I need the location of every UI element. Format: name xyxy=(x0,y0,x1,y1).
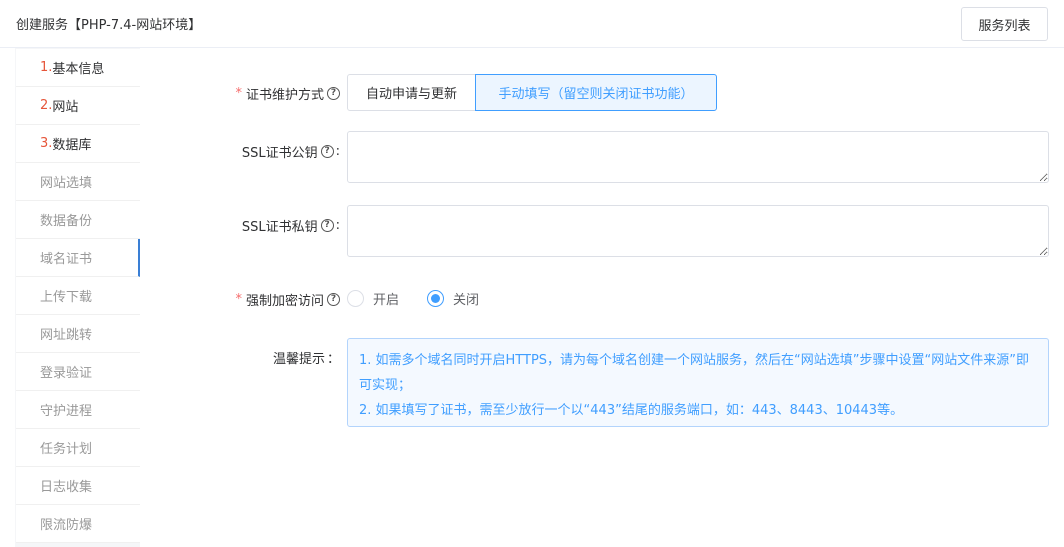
sidebar: 1. 基本信息 2. 网站 3. 数据库 网站选填 数据备份 域名证书 上传下载 网址… xyxy=(15,48,140,547)
page-header: 创建服务【PHP-7.4-网站环境】 服务列表 xyxy=(0,0,1064,48)
question-icon[interactable]: ? xyxy=(327,293,340,306)
force-https-label: * 强制加密访问 ? xyxy=(235,290,340,309)
force-https-radio-group: 开启 关闭 xyxy=(347,289,507,308)
ssl-public-label: SSL证书公钥 ? : xyxy=(241,144,340,161)
sidebar-item-rate-limit[interactable]: 限流防爆 xyxy=(16,505,140,543)
sidebar-item-label: 数据备份 xyxy=(40,214,93,229)
main-form: * 证书维护方式 ? 自动申请与更新 手动填写（留空则关闭证书功能） SSL证书… xyxy=(140,48,1064,547)
ssl-public-key-input[interactable] xyxy=(347,131,1049,183)
tip-line: 1. 如需多个域名同时开启HTTPS，请为每个域名创建一个网站服务，然后在“网站… xyxy=(359,353,1029,393)
sidebar-item-label: 任务计划 xyxy=(40,442,93,457)
sidebar-item-log-collect[interactable]: 日志收集 xyxy=(16,467,140,505)
ssl-private-label: SSL证书私钥 ? : xyxy=(241,218,340,235)
tip-box: 1. 如需多个域名同时开启HTTPS，请为每个域名创建一个网站服务，然后在“网站… xyxy=(347,338,1049,427)
sidebar-item-basic-info[interactable]: 1. 基本信息 xyxy=(16,49,140,87)
service-list-button[interactable]: 服务列表 xyxy=(961,7,1048,41)
tip-line: 2. 如果填写了证书，需至少放行一个以“443”结尾的服务端口，如：443、84… xyxy=(359,403,904,418)
sidebar-item-label: 域名证书 xyxy=(40,252,93,267)
question-icon[interactable]: ? xyxy=(327,87,340,100)
force-https-off-radio[interactable]: 关闭 xyxy=(427,289,479,308)
question-icon[interactable]: ? xyxy=(320,219,334,232)
sidebar-item-label: 限流防爆 xyxy=(40,518,93,533)
sidebar-item-label: 登录验证 xyxy=(40,366,93,381)
cert-mode-label: * 证书维护方式 ? xyxy=(235,84,340,103)
sidebar-item-label: 网站选填 xyxy=(40,176,93,191)
sidebar-item-upload-download[interactable]: 上传下载 xyxy=(16,277,140,315)
question-icon[interactable]: ? xyxy=(320,145,334,158)
sidebar-item-site-options[interactable]: 网站选填 xyxy=(16,163,140,201)
sidebar-item-backup[interactable]: 数据备份 xyxy=(16,201,140,239)
sidebar-item-daemon[interactable]: 守护进程 xyxy=(16,391,140,429)
tip-label: 温馨提示 ： xyxy=(272,352,340,367)
sidebar-item-label: 基本信息 xyxy=(52,62,105,77)
sidebar-item-label: 上传下载 xyxy=(40,290,93,305)
sidebar-item-label: 数据库 xyxy=(52,138,92,153)
sidebar-item-login-auth[interactable]: 登录验证 xyxy=(16,353,140,391)
cert-mode-manual-button[interactable]: 手动填写（留空则关闭证书功能） xyxy=(475,74,717,111)
sidebar-item-domain-cert[interactable]: 域名证书 xyxy=(16,239,140,277)
cert-mode-auto-button[interactable]: 自动申请与更新 xyxy=(347,74,476,111)
sidebar-item-label: 网址跳转 xyxy=(40,328,93,343)
force-https-on-radio[interactable]: 开启 xyxy=(347,289,399,308)
radio-circle-checked[interactable] xyxy=(427,290,445,307)
sidebar-item-label: 日志收集 xyxy=(40,480,93,495)
sidebar-item-cron[interactable]: 任务计划 xyxy=(16,429,140,467)
sidebar-item-label: 守护进程 xyxy=(40,404,93,419)
sidebar-item-website[interactable]: 2. 网站 xyxy=(16,87,140,125)
page-title: 创建服务【PHP-7.4-网站环境】 xyxy=(16,18,202,33)
sidebar-item-label: 网站 xyxy=(52,100,79,115)
sidebar-item-database[interactable]: 3. 数据库 xyxy=(16,125,140,163)
radio-circle[interactable] xyxy=(347,290,364,307)
sidebar-item-redirect[interactable]: 网址跳转 xyxy=(16,315,140,353)
ssl-private-key-input[interactable] xyxy=(347,205,1049,257)
cert-mode-segmented: 自动申请与更新 手动填写（留空则关闭证书功能） xyxy=(347,74,717,111)
